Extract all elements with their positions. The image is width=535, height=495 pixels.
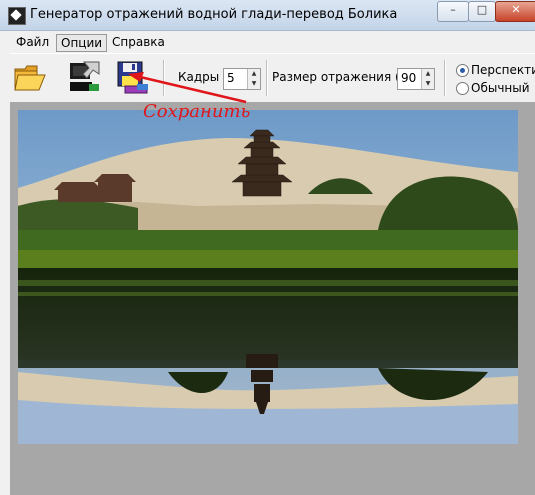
preview-image — [18, 110, 518, 444]
maximize-icon: □ — [476, 3, 488, 16]
app-icon — [8, 7, 26, 25]
menu-file[interactable]: Файл — [12, 34, 53, 50]
reflection-size-value: 90 — [401, 71, 417, 85]
save-annotation: Сохранить — [143, 101, 251, 122]
menu-help[interactable]: Справка — [108, 34, 169, 50]
maximize-button[interactable]: □ — [468, 1, 496, 22]
spinner-arrows-icon[interactable]: ▲ ▼ — [421, 69, 434, 89]
minimize-icon: – — [450, 3, 456, 16]
menu-bar: Файл Опции Справка — [10, 32, 535, 52]
normal-label[interactable]: Обычный — [471, 81, 530, 95]
reflection-size-spinner[interactable]: 90 ▲ ▼ — [397, 68, 435, 90]
radio-perspective[interactable] — [456, 64, 469, 77]
toolbar-separator — [266, 60, 268, 96]
radio-normal[interactable] — [456, 82, 469, 95]
folder-open-icon[interactable] — [13, 60, 47, 94]
title-bar: Генератор отражений водной глади-перевод… — [0, 0, 535, 31]
minimize-button[interactable]: – — [437, 1, 469, 22]
perspective-label[interactable]: Перспектива — [471, 63, 535, 77]
close-icon: ✕ — [511, 3, 521, 16]
window-title: Генератор отражений водной глади-перевод… — [30, 7, 398, 22]
toolbar-separator — [444, 60, 446, 96]
toolbar: Кадры : 5 ▲ ▼ Размер отражения (%) : 90 ▲… — [10, 53, 535, 103]
menu-options[interactable]: Опции — [56, 34, 108, 52]
generate-icon[interactable] — [67, 60, 101, 94]
close-button[interactable]: ✕ — [495, 1, 535, 22]
